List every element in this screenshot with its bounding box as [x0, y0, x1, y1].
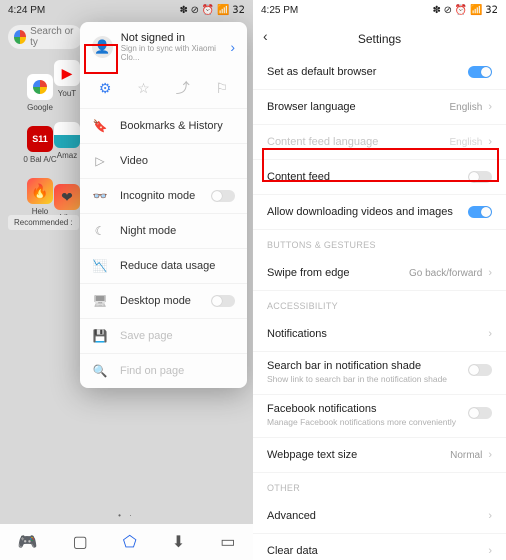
recommended-chip: Recommended : [8, 215, 79, 230]
flag-icon[interactable]: ⚐ [216, 80, 229, 97]
page-indicator: • · [0, 511, 253, 520]
app-amazon[interactable]: Amaz [52, 122, 82, 160]
nav-home-icon[interactable]: ⬠ [123, 532, 137, 552]
menu-savepage: 💾Save page [80, 318, 247, 353]
chevron-right-icon: › [488, 510, 492, 522]
menu-desktop[interactable]: 🖥Desktop mode [80, 283, 247, 318]
row-textsize[interactable]: Webpage text size Normal› [253, 438, 506, 473]
profile-row[interactable]: 👤 Not signed in Sign in to sync with Xia… [80, 22, 247, 70]
row-searchbar-shade[interactable]: Search bar in notification shade Show li… [253, 352, 506, 395]
statusbar-icons-r: ✽ ⊘ ⏰ 📶 𝟥𝟤 [433, 5, 499, 16]
chevron-right-icon: › [488, 267, 492, 279]
row-browser-language[interactable]: Browser language English› [253, 90, 506, 125]
desktop-toggle[interactable] [211, 295, 235, 307]
search-icon: 🔍 [92, 364, 108, 378]
facebook-toggle[interactable] [468, 407, 492, 419]
row-notifications[interactable]: Notifications › [253, 317, 506, 352]
menu-incognito[interactable]: 👓Incognito mode [80, 178, 247, 213]
chevron-right-icon: › [488, 545, 492, 557]
content-feed-toggle[interactable] [468, 171, 492, 183]
menu-night[interactable]: ☾Night mode [80, 213, 247, 248]
incognito-icon: 👓 [92, 189, 108, 203]
row-allow-download[interactable]: Allow downloading videos and images [253, 195, 506, 230]
avatar-icon: 👤 [92, 36, 113, 58]
default-browser-toggle[interactable] [468, 66, 492, 78]
row-feed-language: Content feed language English› [253, 125, 506, 160]
incognito-toggle[interactable] [211, 190, 235, 202]
data-icon: 📉 [92, 259, 108, 273]
section-other: OTHER [253, 473, 506, 499]
chevron-right-icon: › [488, 101, 492, 113]
section-accessibility: ACCESSIBILITY [253, 291, 506, 317]
google-icon [14, 30, 26, 44]
chevron-right-icon: › [488, 449, 492, 461]
share-icon[interactable]: ⤴ [176, 78, 190, 98]
browser-menu-flyout: 👤 Not signed in Sign in to sync with Xia… [80, 22, 247, 388]
bookmark-icon: 🔖 [92, 119, 108, 133]
nav-tabs-icon[interactable]: ▭ [220, 532, 235, 552]
star-icon[interactable]: ☆ [137, 80, 150, 97]
chevron-right-icon: › [488, 328, 492, 340]
page-title: Settings [358, 32, 401, 46]
row-advanced[interactable]: Advanced › [253, 499, 506, 534]
menu-reduce-data[interactable]: 📉Reduce data usage [80, 248, 247, 283]
row-facebook-notifications[interactable]: Facebook notifications Manage Facebook n… [253, 395, 506, 438]
app-youtube[interactable]: ▶YouT [52, 60, 82, 98]
row-content-feed[interactable]: Content feed [253, 160, 506, 195]
profile-sub: Sign in to sync with Xiaomi Clo... [121, 44, 231, 62]
menu-findon: 🔍Find on page [80, 353, 247, 388]
save-icon: 💾 [92, 329, 108, 343]
chevron-right-icon: › [230, 39, 235, 55]
chevron-right-icon: › [488, 136, 492, 148]
statusbar-time-r: 4:25 PM [261, 5, 298, 16]
settings-gear-icon[interactable]: ⚙ [99, 80, 112, 97]
nav-video-icon[interactable]: ▢ [73, 532, 88, 552]
bottom-nav: 🎮 ▢ ⬠ ⬇ ▭ [0, 524, 253, 560]
searchbar-toggle[interactable] [468, 364, 492, 376]
row-swipe-edge[interactable]: Swipe from edge Go back/forward› [253, 256, 506, 291]
statusbar-icons: ✽ ⊘ ⏰ 📶 𝟥𝟤 [180, 5, 246, 16]
section-buttons-gestures: BUTTONS & GESTURES [253, 230, 506, 256]
desktop-icon: 🖥 [92, 294, 108, 308]
row-default-browser[interactable]: Set as default browser [253, 55, 506, 90]
browser-search-bar[interactable]: Search or ty [8, 25, 83, 49]
search-placeholder: Search or ty [30, 26, 77, 48]
allow-download-toggle[interactable] [468, 206, 492, 218]
video-icon: ▷ [92, 154, 108, 168]
menu-video[interactable]: ▷Video [80, 143, 247, 178]
nav-download-icon[interactable]: ⬇ [172, 532, 185, 552]
statusbar-time: 4:24 PM [8, 5, 45, 16]
moon-icon: ☾ [92, 224, 108, 238]
profile-name: Not signed in [121, 32, 231, 44]
nav-game-icon[interactable]: 🎮 [18, 532, 38, 552]
row-cleardata[interactable]: Clear data › [253, 534, 506, 560]
menu-bookmarks[interactable]: 🔖Bookmarks & History [80, 108, 247, 143]
